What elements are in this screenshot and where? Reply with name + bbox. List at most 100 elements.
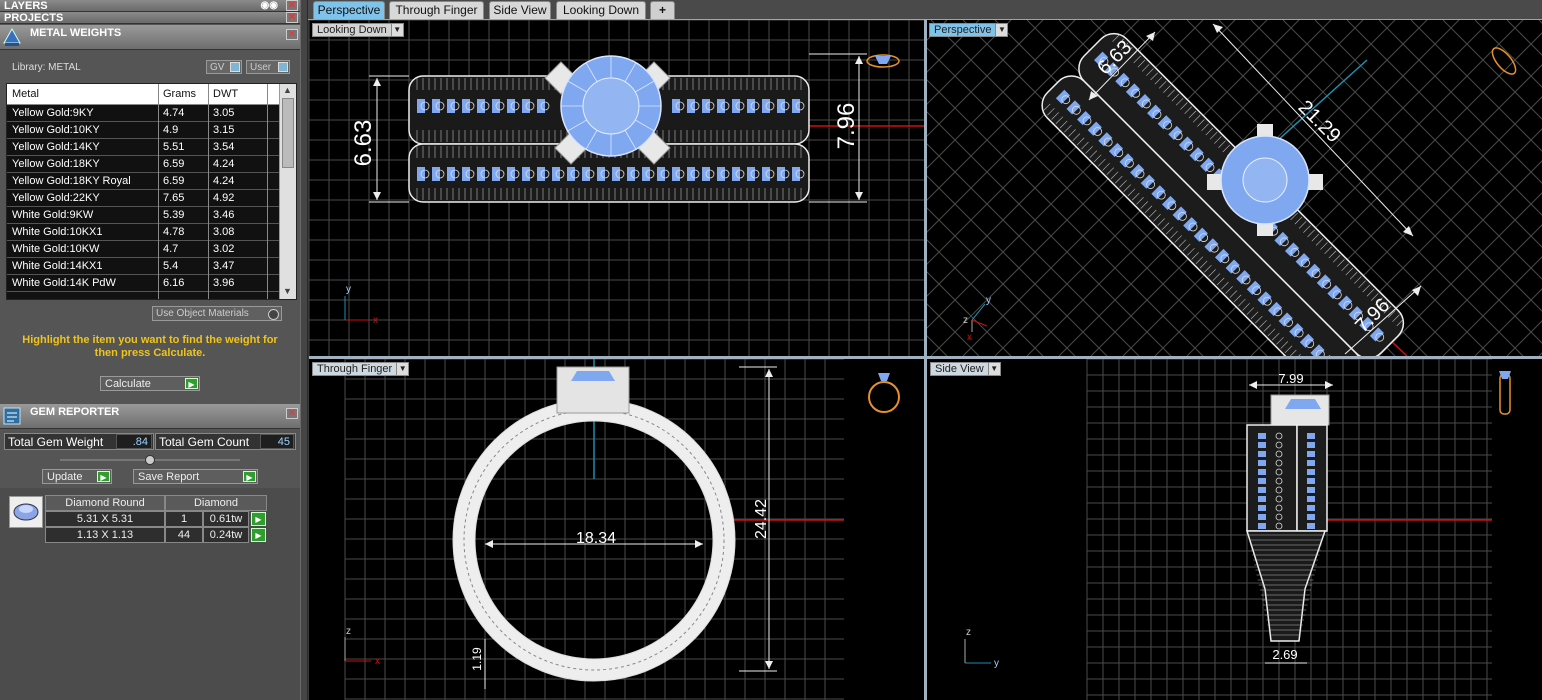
column-header-grams[interactable]: Grams <box>163 88 196 100</box>
metal-weights-icon <box>3 27 21 46</box>
looking-down-canvas[interactable]: 6.63 7.96 y x <box>309 20 924 356</box>
viewport-through-finger[interactable]: 18.34 24.42 1.19 z x Through Finger ▼ <box>309 359 924 700</box>
table-row[interactable]: Yellow Gold:9KY 4.74 3.05 <box>7 105 279 122</box>
cell-dwt: 3.15 <box>213 124 235 136</box>
gem-type-header: Diamond <box>165 495 267 511</box>
cell-grams: 4.78 <box>163 226 185 238</box>
cell-metal: White Gold:10KW <box>12 243 100 255</box>
cell-grams: 4.9 <box>163 124 179 136</box>
through-finger-canvas[interactable]: 18.34 24.42 1.19 z x <box>309 359 924 700</box>
chevron-down-icon[interactable]: ▼ <box>396 363 409 375</box>
slider-knob[interactable] <box>145 455 155 465</box>
axis-label: z <box>963 315 968 326</box>
cell-metal: Yellow Gold:9KY <box>12 107 94 119</box>
cell-dwt: 4.24 <box>213 158 235 170</box>
update-button[interactable]: Update ▶ <box>42 469 112 484</box>
dimension-label: 7.99 <box>1278 371 1303 386</box>
radio-icon[interactable] <box>268 309 279 320</box>
toggle-indicator-icon <box>230 62 240 72</box>
tab-perspective[interactable]: Perspective <box>313 1 385 19</box>
tab-looking-down[interactable]: Looking Down <box>556 1 646 19</box>
axis-label: y <box>986 295 991 306</box>
library-label: Library: METAL <box>12 62 81 73</box>
cell-metal: Yellow Gold:14KY <box>12 141 100 153</box>
gv-toggle[interactable]: GV <box>206 60 242 74</box>
toggle-indicator-icon <box>278 62 288 72</box>
table-row[interactable]: White Gold:10KW 4.7 3.02 <box>7 241 279 258</box>
gem-cell-size: 1.13 X 1.13 <box>45 527 165 543</box>
tab-through-finger[interactable]: Through Finger <box>389 1 484 19</box>
axis-label: x <box>375 656 380 667</box>
viewport-view-selector[interactable]: Through Finger ▼ <box>312 362 410 376</box>
close-icon[interactable]: ✕ <box>286 12 298 23</box>
chevron-down-icon[interactable]: ▼ <box>987 363 1000 375</box>
column-header-dwt[interactable]: DWT <box>213 88 238 100</box>
column-divider <box>267 84 268 299</box>
table-row[interactable] <box>7 292 279 299</box>
scrollbar-thumb[interactable] <box>282 98 294 168</box>
column-header-metal[interactable]: Metal <box>12 88 39 100</box>
tab-side-view[interactable]: Side View <box>489 1 551 19</box>
calculate-button[interactable]: Calculate ▶ <box>100 376 200 391</box>
metal-weights-title: METAL WEIGHTS <box>30 27 122 39</box>
scroll-up-icon[interactable]: ▲ <box>283 85 292 95</box>
add-tab-button[interactable]: + <box>650 1 675 19</box>
gem-reporter-title: GEM REPORTER <box>30 406 120 418</box>
table-row[interactable]: White Gold:10KX1 4.78 3.08 <box>7 224 279 241</box>
layers-panel-title[interactable]: LAYERS ◉◉ ✕ <box>0 0 300 12</box>
panel-splitter[interactable] <box>300 0 308 700</box>
close-icon[interactable]: ✕ <box>286 0 298 11</box>
axis-label: z <box>966 627 971 638</box>
cell-grams: 6.59 <box>163 158 185 170</box>
dimension-label: 24.42 <box>753 499 770 539</box>
viewport-looking-down[interactable]: 6.63 7.96 y x Looking Down ▼ <box>309 20 924 356</box>
perspective-canvas[interactable]: 6.63 21.29 7.96 y z x <box>927 20 1542 356</box>
gem-slider[interactable] <box>60 455 240 465</box>
eye-icon[interactable]: ◉◉ <box>261 0 278 12</box>
table-row[interactable]: Yellow Gold:14KY 5.51 3.54 <box>7 139 279 156</box>
metal-table[interactable]: Metal Grams DWT Yellow Gold:9KY 4.74 3.05 Y… <box>6 83 297 300</box>
column-divider <box>208 84 209 299</box>
cell-grams: 6.59 <box>163 175 185 187</box>
chevron-down-icon[interactable]: ▼ <box>390 24 403 36</box>
use-object-materials-option[interactable]: Use Object Materials <box>152 306 282 321</box>
play-icon: ▶ <box>97 471 110 482</box>
viewport-view-selector[interactable]: Looking Down ▼ <box>312 23 404 37</box>
axis-label: y <box>994 658 999 669</box>
table-row[interactable]: White Gold:9KW 5.39 3.46 <box>7 207 279 224</box>
cell-metal: Yellow Gold:22KY <box>12 192 100 204</box>
close-icon[interactable]: ✕ <box>286 408 298 419</box>
metal-table-scrollbar[interactable]: ▲ ▼ <box>279 84 296 299</box>
table-row[interactable]: Yellow Gold:18KY 6.59 4.24 <box>7 156 279 173</box>
column-divider <box>158 84 159 299</box>
ring-orientation-icon <box>1499 373 1511 415</box>
close-icon[interactable]: ✕ <box>286 29 298 40</box>
viewport-splitter-vertical[interactable] <box>924 20 927 700</box>
table-row[interactable]: White Gold:14K PdW 6.16 3.96 <box>7 275 279 292</box>
select-gem-button[interactable]: ▶ <box>251 528 266 542</box>
chevron-down-icon[interactable]: ▼ <box>995 24 1008 36</box>
table-row[interactable]: Yellow Gold:22KY 7.65 4.92 <box>7 190 279 207</box>
scroll-down-icon[interactable]: ▼ <box>283 286 292 296</box>
select-gem-button[interactable]: ▶ <box>251 512 266 526</box>
viewport-tab-bar: Perspective Through Finger Side View Loo… <box>308 0 1542 20</box>
viewport-perspective[interactable]: 6.63 21.29 7.96 y z x Perspective ▼ <box>927 20 1542 356</box>
total-gem-count-value: 45 <box>260 434 294 449</box>
table-row[interactable]: Yellow Gold:10KY 4.9 3.15 <box>7 122 279 139</box>
viewport-view-selector[interactable]: Perspective ▼ <box>929 23 1009 37</box>
axis-label: z <box>346 626 351 637</box>
side-view-canvas[interactable]: 7.99 2.69 z y <box>927 359 1542 700</box>
gem-shape-header: Diamond Round <box>45 495 165 511</box>
viewport-splitter-horizontal[interactable] <box>309 356 1542 359</box>
user-toggle[interactable]: User <box>246 60 290 74</box>
cell-grams: 5.4 <box>163 260 179 272</box>
table-row[interactable]: White Gold:14KX1 5.4 3.47 <box>7 258 279 275</box>
projects-panel-title[interactable]: PROJECTS ✕ <box>0 12 300 24</box>
save-report-button[interactable]: Save Report ▶ <box>133 469 258 484</box>
gem-cell-count: 44 <box>165 527 203 543</box>
viewport-side-view[interactable]: 7.99 2.69 z y Side View ▼ <box>927 359 1542 700</box>
table-row[interactable]: Yellow Gold:18KY Royal 6.59 4.24 <box>7 173 279 190</box>
viewport-view-selector[interactable]: Side View ▼ <box>930 362 1001 376</box>
gem-cell-weight: 0.61tw <box>203 511 249 527</box>
cell-dwt: 3.96 <box>213 277 235 289</box>
